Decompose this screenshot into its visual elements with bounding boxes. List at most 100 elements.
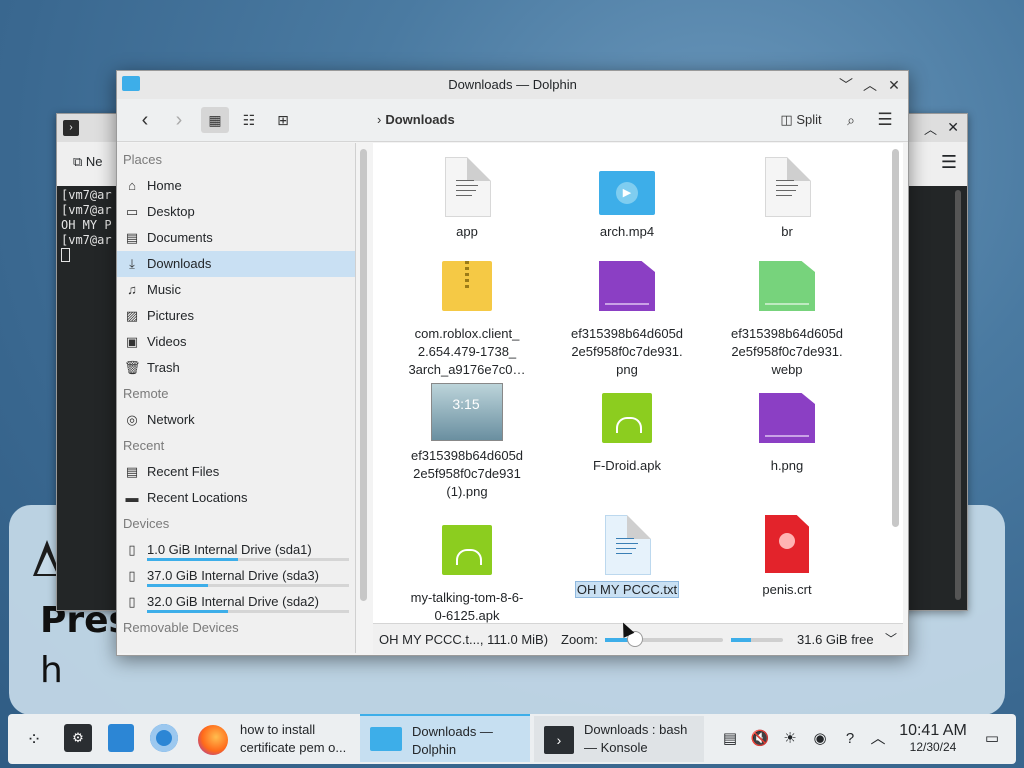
places-header: Places bbox=[123, 152, 163, 167]
file-name: F-Droid.apk bbox=[593, 458, 661, 473]
file-name: penis.crt bbox=[762, 582, 812, 597]
search-button[interactable]: ⌕ bbox=[839, 107, 863, 133]
konsole-new-tab-button[interactable]: ⧉ Ne bbox=[73, 154, 103, 170]
task-label: Downloads : bash — Konsole bbox=[584, 722, 688, 755]
chevron-down-icon[interactable]: ﹀ bbox=[885, 630, 897, 647]
file-item[interactable]: my-talking-tom-8-6- 0-6125.apk bbox=[397, 523, 537, 623]
file-item[interactable]: ef315398b64d605d 2e5f958f0c7de931. png bbox=[557, 259, 697, 379]
file-item[interactable]: F-Droid.apk bbox=[557, 391, 697, 475]
task-konsole[interactable]: › Downloads : bash — Konsole bbox=[534, 716, 704, 762]
forward-button[interactable]: › bbox=[167, 107, 191, 133]
device-sda3[interactable]: ▯ 37.0 GiB Internal Drive (sda3) bbox=[117, 563, 355, 589]
device-label: 37.0 GiB Internal Drive (sda3) bbox=[147, 568, 319, 583]
places-item-documents[interactable]: ▤ Documents bbox=[117, 225, 355, 251]
file-name: br bbox=[781, 224, 793, 239]
dolphin-window[interactable]: Downloads — Dolphin ﹀ ︿ ✕ ‹ › ▦ ☷ ⊞ › Dow… bbox=[116, 70, 909, 656]
details-view-button[interactable]: ⊞ bbox=[269, 107, 297, 133]
new-tab-label: Ne bbox=[85, 154, 103, 169]
brightness-icon[interactable]: ☀ bbox=[780, 729, 800, 749]
drive-icon: ▯ bbox=[128, 594, 136, 609]
network-tray-icon[interactable]: ◉ bbox=[810, 729, 830, 749]
icons-view-icon: ▦ bbox=[208, 112, 222, 128]
close-button[interactable]: ✕ bbox=[884, 75, 904, 95]
split-icon: ◫ bbox=[780, 112, 793, 127]
places-item-music[interactable]: ♫ Music bbox=[117, 277, 355, 303]
minimize-button[interactable]: ﹀ bbox=[836, 75, 856, 95]
task-label: Downloads — Dolphin bbox=[412, 724, 493, 757]
places-item-recent-locations[interactable]: ▬ Recent Locations bbox=[117, 485, 355, 511]
recent-header: Recent bbox=[123, 438, 165, 453]
certificate-file-icon bbox=[759, 515, 815, 575]
application-launcher-icon[interactable]: ⁘ bbox=[24, 729, 44, 749]
places-item-trash[interactable]: 🗑 Trash bbox=[117, 355, 355, 381]
file-item[interactable]: app bbox=[397, 157, 537, 241]
drive-icon: ▯ bbox=[128, 568, 136, 583]
places-item-label: Downloads bbox=[147, 256, 212, 271]
device-sda2[interactable]: ▯ 32.0 GiB Internal Drive (sda2) bbox=[117, 589, 355, 615]
file-item[interactable]: penis.crt bbox=[717, 515, 857, 599]
device-sda1[interactable]: ▯ 1.0 GiB Internal Drive (sda1) bbox=[117, 537, 355, 563]
places-item-label: Home bbox=[147, 178, 182, 193]
discover-icon[interactable] bbox=[108, 724, 134, 752]
file-item[interactable]: com.roblox.client_ 2.654.479-1738_ 3arch… bbox=[397, 259, 537, 379]
show-desktop-icon[interactable]: ▭ bbox=[982, 729, 1002, 749]
file-item[interactable]: ▶ arch.mp4 bbox=[557, 157, 697, 241]
places-panel: Places ⌂ Home ▭ Desktop ▤ Documents ⤓ Downlo… bbox=[117, 143, 356, 653]
dolphin-titlebar[interactable]: Downloads — Dolphin ﹀ ︿ ✕ bbox=[117, 71, 908, 99]
maximize-button[interactable]: ︿ bbox=[860, 75, 880, 95]
video-file-icon: ▶ bbox=[599, 157, 655, 217]
help-icon[interactable]: ? bbox=[840, 729, 860, 749]
text-file-icon bbox=[759, 157, 815, 217]
split-button[interactable]: ◫ Split bbox=[773, 107, 829, 133]
places-item-home[interactable]: ⌂ Home bbox=[117, 173, 355, 199]
folder-icon bbox=[370, 727, 402, 751]
file-item[interactable]: ef315398b64d605d 2e5f958f0c7de931. webp bbox=[717, 259, 857, 379]
file-item-selected[interactable]: OH MY PCCC.txt bbox=[557, 515, 697, 599]
file-view-scrollbar[interactable] bbox=[892, 149, 899, 527]
places-item-videos[interactable]: ▣ Videos bbox=[117, 329, 355, 355]
task-dolphin[interactable]: Downloads — Dolphin bbox=[360, 714, 530, 762]
places-item-pictures[interactable]: ▨ Pictures bbox=[117, 303, 355, 329]
breadcrumb[interactable]: › Downloads bbox=[377, 107, 455, 133]
digital-clock[interactable]: 10:41 AM 12/30/24 bbox=[892, 722, 974, 754]
firefox-icon bbox=[198, 725, 228, 755]
chevron-right-icon: › bbox=[377, 112, 382, 127]
back-button[interactable]: ‹ bbox=[133, 107, 157, 133]
file-name: ef315398b64d605d 2e5f958f0c7de931. png bbox=[570, 326, 684, 377]
device-usage-bar bbox=[147, 584, 349, 587]
places-item-network[interactable]: ◎ Network bbox=[117, 407, 355, 433]
konsole-menu-icon[interactable]: ☰ bbox=[941, 152, 957, 173]
clock-time: 10:41 AM bbox=[899, 722, 967, 739]
file-view[interactable]: app ▶ arch.mp4 br com.roblox.client_ 2.6… bbox=[373, 143, 903, 623]
compact-view-button[interactable]: ☷ bbox=[235, 107, 263, 133]
volume-muted-icon[interactable]: 🔇 bbox=[750, 729, 770, 749]
zoom-label: Zoom: bbox=[561, 632, 598, 647]
device-usage-bar bbox=[147, 558, 349, 561]
file-item[interactable]: h.png bbox=[717, 391, 857, 475]
places-scrollbar[interactable] bbox=[360, 149, 367, 601]
clipboard-icon[interactable]: ▤ bbox=[720, 729, 740, 749]
menu-button[interactable]: ☰ bbox=[873, 107, 897, 133]
task-firefox[interactable]: how to install certificate pem o... bbox=[188, 716, 358, 762]
window-title: Downloads — Dolphin bbox=[448, 77, 577, 92]
show-hidden-icons-icon[interactable]: ︿ bbox=[868, 729, 888, 749]
places-item-recent-files[interactable]: ▤ Recent Files bbox=[117, 459, 355, 485]
konsole-scrollbar[interactable] bbox=[955, 190, 961, 600]
file-item[interactable]: 3:15 ef315398b64d605d 2e5f958f0c7de931 (… bbox=[397, 383, 537, 501]
icons-view-button[interactable]: ▦ bbox=[201, 107, 229, 133]
konsole-maximize-button[interactable]: ︿ bbox=[924, 119, 937, 138]
file-item[interactable]: br bbox=[717, 157, 857, 241]
system-settings-icon[interactable]: ⚙ bbox=[64, 724, 92, 752]
trash-icon: 🗑 bbox=[124, 360, 141, 375]
dolphin-toolbar: ‹ › ▦ ☷ ⊞ › Downloads ◫ Split ⌕ ☰ bbox=[117, 99, 908, 142]
chromium-icon[interactable] bbox=[150, 724, 178, 752]
places-item-label: Music bbox=[147, 282, 181, 297]
places-item-desktop[interactable]: ▭ Desktop bbox=[117, 199, 355, 225]
zoom-slider[interactable] bbox=[605, 638, 723, 642]
konsole-close-button[interactable]: ✕ bbox=[947, 119, 959, 136]
free-space-label[interactable]: 31.6 GiB free bbox=[797, 632, 874, 647]
places-item-label: Videos bbox=[147, 334, 187, 349]
thumbnail-time: 3:15 bbox=[452, 396, 480, 412]
places-item-downloads[interactable]: ⤓ Downloads bbox=[117, 251, 355, 277]
drive-icon: ▯ bbox=[128, 542, 136, 557]
